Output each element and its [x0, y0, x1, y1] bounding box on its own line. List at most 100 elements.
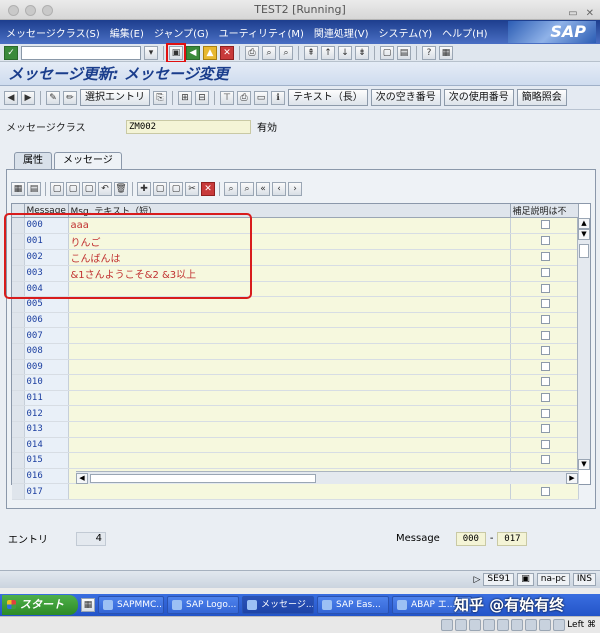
arrow-right-icon[interactable]: ▶	[21, 90, 35, 105]
self-explanatory-checkbox-cell[interactable]	[510, 296, 579, 313]
message-number[interactable]: 014	[24, 437, 69, 454]
self-explanatory-checkbox[interactable]	[540, 424, 550, 434]
scroll-down-icon[interactable]: ▼	[578, 459, 590, 470]
new-session-icon[interactable]: ▢	[380, 45, 394, 60]
message-number[interactable]: 013	[24, 421, 69, 438]
vm-usb-icon[interactable]	[469, 619, 482, 631]
message-range-from[interactable]: 000	[455, 531, 486, 546]
exit-icon[interactable]: ▲	[203, 45, 217, 60]
self-explanatory-checkbox[interactable]	[540, 393, 550, 403]
find-icon[interactable]: ⌕	[262, 45, 276, 60]
self-explanatory-checkbox-cell[interactable]	[510, 217, 579, 234]
row-selector[interactable]	[12, 374, 25, 391]
next-free-number-button[interactable]: 次の空き番号	[370, 89, 441, 106]
copy-line-icon[interactable]: ▢	[153, 182, 167, 196]
message-number[interactable]: 010	[24, 374, 69, 391]
message-text-input[interactable]	[68, 421, 511, 438]
self-explanatory-checkbox[interactable]	[540, 220, 550, 230]
message-text-input[interactable]	[68, 374, 511, 391]
self-explanatory-checkbox[interactable]	[540, 439, 550, 449]
row-selector[interactable]	[12, 468, 25, 485]
table-row[interactable]: 013	[12, 421, 579, 438]
table-row[interactable]: 017	[12, 483, 579, 500]
menu-help[interactable]: ヘルプ(H)	[442, 25, 487, 40]
row-selector[interactable]	[12, 296, 25, 313]
row-selector[interactable]	[12, 390, 25, 407]
column-header-text[interactable]: Msg. テキスト（短）	[68, 204, 511, 218]
enter-icon[interactable]: ✓	[4, 45, 18, 60]
column-header-self-explanatory[interactable]: 補足説明は不	[510, 204, 579, 218]
command-history-icon[interactable]: ▾	[144, 45, 158, 60]
menu-message-class[interactable]: メッセージクラス(S)	[6, 25, 100, 40]
vm-optical-icon[interactable]	[455, 619, 468, 631]
first-entry-icon[interactable]: «	[256, 182, 270, 196]
self-explanatory-checkbox[interactable]	[540, 236, 550, 246]
message-text-input[interactable]	[68, 437, 511, 454]
message-text-input[interactable]	[68, 312, 511, 329]
find-next-icon[interactable]: ⌕	[279, 45, 293, 60]
cancel-icon[interactable]: ✕	[220, 45, 234, 60]
menu-environment[interactable]: 関連処理(V)	[314, 25, 369, 40]
message-number[interactable]: 002	[24, 249, 69, 266]
shortcut-icon[interactable]: ▤	[397, 45, 411, 60]
display-change-icon[interactable]: ✎	[46, 90, 60, 105]
arrow-left-icon[interactable]: ◀	[4, 90, 18, 105]
message-number[interactable]: 000	[24, 217, 69, 234]
column-header-message[interactable]: Message	[24, 204, 69, 218]
self-explanatory-checkbox-cell[interactable]	[510, 437, 579, 454]
pencil-icon[interactable]: ✏	[63, 90, 77, 105]
self-explanatory-checkbox-cell[interactable]	[510, 421, 579, 438]
row-selector[interactable]	[12, 437, 25, 454]
table-row[interactable]: 002 こんばんは	[12, 249, 579, 266]
info-icon[interactable]: ℹ	[271, 90, 285, 105]
search-icon[interactable]: ⌕	[224, 182, 238, 196]
self-explanatory-checkbox[interactable]	[540, 346, 550, 356]
next-page-icon[interactable]: ↓	[338, 45, 352, 60]
message-text-input[interactable]	[68, 390, 511, 407]
message-text-input[interactable]: りんご	[68, 233, 511, 250]
cut-icon[interactable]: ▢	[50, 182, 64, 196]
message-number[interactable]: 006	[24, 312, 69, 329]
status-expand-icon[interactable]: ▷	[473, 575, 480, 585]
message-text-input[interactable]	[68, 281, 511, 298]
menu-utilities[interactable]: ユーティリティ(M)	[219, 25, 304, 40]
table-row[interactable]: 009	[12, 359, 579, 376]
window-traffic-lights[interactable]	[8, 5, 53, 16]
table-row[interactable]: 005	[12, 296, 579, 313]
task-sap-logon[interactable]: SAP Logo...	[167, 596, 239, 614]
delete-icon[interactable]: 🗑	[114, 182, 128, 196]
message-text-input[interactable]	[68, 405, 511, 422]
task-sap-easy-access[interactable]: SAP Eas...	[317, 596, 389, 614]
vertical-scrollbar[interactable]: ▲ ▼ ▼	[577, 218, 590, 470]
self-explanatory-checkbox-cell[interactable]	[510, 405, 579, 422]
table-row[interactable]: 010	[12, 374, 579, 391]
quicklaunch-icon[interactable]: ▦	[81, 598, 95, 612]
message-text-input[interactable]	[68, 359, 511, 376]
horizontal-scroll-thumb[interactable]	[90, 473, 316, 483]
message-number[interactable]: 009	[24, 359, 69, 376]
row-selector[interactable]	[12, 312, 25, 329]
back-icon[interactable]: ◀	[186, 45, 200, 60]
task-sapmmc[interactable]: SAPMMC...	[98, 596, 164, 614]
task-message-maintenance[interactable]: メッセージ...	[242, 596, 314, 614]
table-row[interactable]: 003 &1さんようこそ&2 &3以上	[12, 265, 579, 282]
self-explanatory-checkbox-cell[interactable]	[510, 483, 579, 500]
row-selector[interactable]	[12, 249, 25, 266]
save-icon[interactable]: ▣	[166, 42, 186, 63]
row-selector[interactable]	[12, 359, 25, 376]
start-button[interactable]: スタート	[2, 595, 78, 615]
prev-page-icon[interactable]: ↑	[321, 45, 335, 60]
self-explanatory-checkbox-cell[interactable]	[510, 249, 579, 266]
row-selector[interactable]	[12, 327, 25, 344]
next-entry-icon[interactable]: ›	[288, 182, 302, 196]
scroll-down-small-icon[interactable]: ▼	[578, 229, 590, 240]
row-selector[interactable]	[12, 483, 25, 500]
paste-icon[interactable]: ▢	[82, 182, 96, 196]
table-row[interactable]: 000 aaa	[12, 217, 579, 234]
message-number[interactable]: 012	[24, 405, 69, 422]
self-explanatory-checkbox[interactable]	[540, 408, 550, 418]
first-page-icon[interactable]: ⇞	[304, 45, 318, 60]
self-explanatory-checkbox-cell[interactable]	[510, 281, 579, 298]
self-explanatory-checkbox[interactable]	[540, 377, 550, 387]
horizontal-scrollbar[interactable]: ◀ ▶	[76, 471, 578, 484]
